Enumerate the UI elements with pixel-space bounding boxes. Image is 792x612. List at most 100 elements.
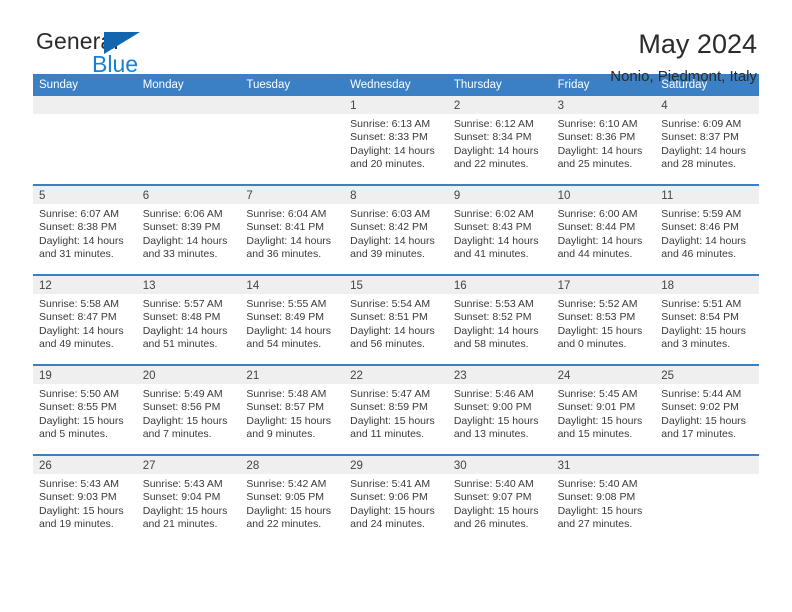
daylight-duration-line1: Daylight: 14 hours <box>142 324 228 337</box>
calendar-day-cell[interactable]: 9 Sunrise: 6:02 AM Sunset: 8:43 PM Daylight… <box>447 186 552 274</box>
sunset-time: Sunset: 8:37 PM <box>661 131 739 144</box>
calendar-day-cell[interactable]: 26 Sunrise: 5:43 AM Sunset: 9:03 PM Dayligh… <box>33 456 137 544</box>
sunset-time: Sunset: 9:00 PM <box>453 401 532 414</box>
daylight-duration-line1: Daylight: 15 hours <box>350 504 435 517</box>
logo-text-blue: Blue <box>92 51 139 77</box>
sunrise-time: Sunrise: 6:09 AM <box>661 118 742 130</box>
day-number: 30 <box>453 460 467 472</box>
calendar-day-cell[interactable]: 29 Sunrise: 5:41 AM Sunset: 9:06 PM Dayligh… <box>344 456 448 544</box>
calendar-day-cell[interactable]: 16 Sunrise: 5:53 AM Sunset: 8:52 PM Dayligh… <box>447 276 552 364</box>
daylight-duration-line2: and 51 minutes. <box>142 337 218 350</box>
sunset-time: Sunset: 8:51 PM <box>350 311 428 324</box>
calendar-day-cell[interactable]: 12 Sunrise: 5:58 AM Sunset: 8:47 PM Dayligh… <box>33 276 137 364</box>
day-number-band: 12 <box>33 276 137 294</box>
sunrise-time: Sunrise: 6:04 AM <box>246 208 327 220</box>
calendar-day-cell[interactable]: 22 Sunrise: 5:47 AM Sunset: 8:59 PM Dayligh… <box>344 366 448 454</box>
day-details: Sunrise: 5:40 AM Sunset: 9:07 PM Daylight:… <box>448 474 552 531</box>
sunset-time: Sunset: 8:52 PM <box>453 311 532 324</box>
day-number-band: 10 <box>551 186 656 204</box>
sunrise-time: Sunrise: 5:46 AM <box>453 388 534 400</box>
calendar-day-cell[interactable]: 17 Sunrise: 5:52 AM Sunset: 8:53 PM Dayligh… <box>551 276 656 364</box>
calendar-day-cell[interactable]: 13 Sunrise: 5:57 AM Sunset: 8:48 PM Dayligh… <box>136 276 241 364</box>
calendar-day-cell[interactable]: 11 Sunrise: 5:59 AM Sunset: 8:46 PM Dayligh… <box>655 186 759 274</box>
calendar-day-cell[interactable]: 3 Sunrise: 6:10 AM Sunset: 8:36 PM Daylight… <box>551 96 656 184</box>
daylight-duration-line1: Daylight: 15 hours <box>557 324 643 337</box>
day-number-band: 24 <box>551 366 656 384</box>
sunset-time: Sunset: 8:47 PM <box>39 311 117 324</box>
calendar-day-cell[interactable]: 2 Sunrise: 6:12 AM Sunset: 8:34 PM Daylight… <box>447 96 552 184</box>
sunrise-time: Sunrise: 5:40 AM <box>453 478 534 490</box>
daylight-duration-line1: Daylight: 15 hours <box>661 414 746 427</box>
day-details: Sunrise: 5:43 AM Sunset: 9:03 PM Daylight:… <box>33 474 137 531</box>
sunset-time: Sunset: 8:42 PM <box>350 221 428 234</box>
day-number: 20 <box>142 370 156 382</box>
sunrise-time: Sunrise: 5:48 AM <box>246 388 327 400</box>
day-number: 27 <box>142 460 156 472</box>
day-number-band: 11 <box>655 186 759 204</box>
day-number-band: 18 <box>655 276 759 294</box>
calendar-day-cell[interactable]: 18 Sunrise: 5:51 AM Sunset: 8:54 PM Dayligh… <box>655 276 759 364</box>
sunrise-time: Sunrise: 5:40 AM <box>557 478 638 490</box>
calendar-week-row: 12 Sunrise: 5:58 AM Sunset: 8:47 PM Dayligh… <box>33 274 759 364</box>
sunrise-time: Sunrise: 5:44 AM <box>661 388 742 400</box>
sunrise-time: Sunrise: 5:57 AM <box>142 298 223 310</box>
day-details: Sunrise: 5:45 AM Sunset: 9:01 PM Daylight:… <box>552 384 656 441</box>
day-number-band: 20 <box>136 366 241 384</box>
day-number: 16 <box>453 280 467 292</box>
sunrise-time: Sunrise: 5:54 AM <box>350 298 431 310</box>
daylight-duration-line2: and 56 minutes. <box>350 337 425 350</box>
day-details: Sunrise: 6:09 AM Sunset: 8:37 PM Daylight:… <box>655 114 759 171</box>
sunset-time: Sunset: 8:49 PM <box>246 311 325 324</box>
daylight-duration-line1: Daylight: 15 hours <box>557 414 643 427</box>
day-number: 11 <box>661 190 674 202</box>
day-details: Sunrise: 5:53 AM Sunset: 8:52 PM Daylight:… <box>448 294 552 351</box>
daylight-duration-line2: and 22 minutes. <box>246 517 322 530</box>
sunset-time: Sunset: 8:54 PM <box>661 311 739 324</box>
calendar-day-cell[interactable]: 20 Sunrise: 5:49 AM Sunset: 8:56 PM Dayligh… <box>136 366 241 454</box>
calendar-day-cell[interactable]: 27 Sunrise: 5:43 AM Sunset: 9:04 PM Dayligh… <box>136 456 241 544</box>
sunrise-time: Sunrise: 6:03 AM <box>350 208 431 220</box>
calendar-day-cell[interactable]: 23 Sunrise: 5:46 AM Sunset: 9:00 PM Dayligh… <box>447 366 552 454</box>
calendar-day-cell[interactable]: 8 Sunrise: 6:03 AM Sunset: 8:42 PM Daylight… <box>344 186 448 274</box>
calendar-day-cell[interactable]: 30 Sunrise: 5:40 AM Sunset: 9:07 PM Dayligh… <box>447 456 552 544</box>
calendar-day-cell[interactable]: 7 Sunrise: 6:04 AM Sunset: 8:41 PM Daylight… <box>240 186 345 274</box>
day-number: 9 <box>453 190 461 202</box>
day-details: Sunrise: 5:58 AM Sunset: 8:47 PM Daylight:… <box>33 294 137 351</box>
daylight-duration-line1: Daylight: 14 hours <box>453 234 539 247</box>
calendar-day-cell[interactable]: 14 Sunrise: 5:55 AM Sunset: 8:49 PM Dayligh… <box>240 276 345 364</box>
calendar-day-cell[interactable]: 31 Sunrise: 5:40 AM Sunset: 9:08 PM Dayligh… <box>551 456 656 544</box>
weekday-header-thursday: Thursday <box>453 79 502 91</box>
day-number: 8 <box>350 190 357 202</box>
sunset-time: Sunset: 9:03 PM <box>39 491 117 504</box>
calendar-day-cell[interactable]: 15 Sunrise: 5:54 AM Sunset: 8:51 PM Dayligh… <box>344 276 448 364</box>
day-number: 13 <box>142 280 156 292</box>
calendar-day-cell[interactable]: 24 Sunrise: 5:45 AM Sunset: 9:01 PM Dayligh… <box>551 366 656 454</box>
calendar-day-cell[interactable]: 19 Sunrise: 5:50 AM Sunset: 8:55 PM Dayligh… <box>33 366 137 454</box>
day-number: 25 <box>661 370 675 382</box>
calendar-week-row: 5 Sunrise: 6:07 AM Sunset: 8:38 PM Daylight… <box>33 184 759 274</box>
calendar-day-cell[interactable]: 5 Sunrise: 6:07 AM Sunset: 8:38 PM Daylight… <box>33 186 137 274</box>
calendar-day-cell[interactable]: 28 Sunrise: 5:42 AM Sunset: 9:05 PM Dayligh… <box>240 456 345 544</box>
day-number-band: 17 <box>551 276 656 294</box>
daylight-duration-line1: Daylight: 14 hours <box>39 324 124 337</box>
day-number-band <box>33 96 137 114</box>
general-blue-logo[interactable]: General Blue <box>36 28 216 80</box>
day-number-band: 31 <box>551 456 656 474</box>
calendar-day-cell[interactable]: 4 Sunrise: 6:09 AM Sunset: 8:37 PM Daylight… <box>655 96 759 184</box>
daylight-duration-line2: and 7 minutes. <box>142 427 212 440</box>
day-number-band <box>136 96 241 114</box>
daylight-duration-line1: Daylight: 15 hours <box>350 414 435 427</box>
calendar-day-cell[interactable]: 10 Sunrise: 6:00 AM Sunset: 8:44 PM Dayligh… <box>551 186 656 274</box>
day-details: Sunrise: 5:52 AM Sunset: 8:53 PM Daylight:… <box>552 294 656 351</box>
sunset-time: Sunset: 8:43 PM <box>453 221 532 234</box>
daylight-duration-line2: and 41 minutes. <box>453 247 529 260</box>
calendar-day-cell[interactable]: 1 Sunrise: 6:13 AM Sunset: 8:33 PM Daylight… <box>344 96 448 184</box>
calendar-day-cell[interactable]: 25 Sunrise: 5:44 AM Sunset: 9:02 PM Dayligh… <box>655 366 759 454</box>
day-details: Sunrise: 6:06 AM Sunset: 8:39 PM Daylight:… <box>137 204 241 261</box>
daylight-duration-line2: and 21 minutes. <box>142 517 218 530</box>
sunset-time: Sunset: 8:56 PM <box>142 401 221 414</box>
calendar-day-cell[interactable]: 6 Sunrise: 6:06 AM Sunset: 8:39 PM Daylight… <box>136 186 241 274</box>
day-details: Sunrise: 5:40 AM Sunset: 9:08 PM Daylight:… <box>552 474 656 531</box>
calendar-day-cell[interactable]: 21 Sunrise: 5:48 AM Sunset: 8:57 PM Dayligh… <box>240 366 345 454</box>
daylight-duration-line1: Daylight: 15 hours <box>246 504 332 517</box>
